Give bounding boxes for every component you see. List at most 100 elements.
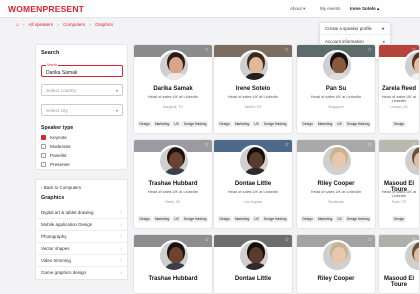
breadcrumb-computers[interactable]: Computers <box>63 22 85 27</box>
topic-tag[interactable]: UX <box>172 216 181 222</box>
topic-tag[interactable]: Design thinking <box>261 216 289 222</box>
checkbox-panelist[interactable] <box>41 153 46 158</box>
speaker-card[interactable]: ☆ Trashae Hubbard <box>133 234 213 294</box>
topic-tag[interactable]: Design <box>391 216 407 222</box>
category-item[interactable]: Video trimming <box>41 258 71 263</box>
chevron-right-icon: › <box>120 222 123 227</box>
speaker-card[interactable]: ☆ Dontae Little <box>213 234 293 294</box>
speaker-title: Head of sales UK at LinkedIn <box>381 94 417 104</box>
home-icon[interactable]: ⌂ <box>16 22 19 28</box>
topic-tag[interactable]: Marketing <box>232 216 252 222</box>
chevron-right-icon: › <box>120 234 123 239</box>
chevron-right-icon: › <box>120 258 123 263</box>
topic-tag[interactable]: UX <box>252 121 261 127</box>
speaker-card[interactable]: ☆ Pan Su Head of sales UK at LinkedIn Singa… <box>296 44 376 134</box>
category-item[interactable]: Game graphics design <box>41 270 86 275</box>
speaker-name[interactable]: Dontae Little <box>214 276 292 282</box>
category-item[interactable]: Vector shapes <box>41 246 70 251</box>
star-icon[interactable]: ☆ <box>285 237 289 243</box>
topic-tag[interactable]: Design <box>217 216 232 222</box>
search-input[interactable]: Search Darika Samak <box>41 63 123 77</box>
speaker-title: Head of sales UK at LinkedIn <box>147 94 199 99</box>
topic-tag[interactable]: Marketing <box>315 216 335 222</box>
checkbox-moderator-label[interactable]: Moderator <box>50 144 71 149</box>
checkbox-keynote-label[interactable]: Keynote <box>50 135 67 140</box>
star-icon[interactable]: ☆ <box>368 237 372 243</box>
speaker-card[interactable]: ☆Masoud El ToureHead of sales UK at Link… <box>378 139 420 229</box>
city-select[interactable]: Select city ▾ <box>41 104 123 116</box>
star-icon[interactable]: ☆ <box>205 142 209 148</box>
speaker-name[interactable]: Darika Samak <box>134 86 212 92</box>
speaker-name[interactable]: Trashae Hubbard <box>134 276 212 282</box>
speaker-title: Head of sales UK at LinkedIn <box>310 189 362 194</box>
speaker-card[interactable]: ☆ Dontae Little Head of sales UK at Linked… <box>213 139 293 229</box>
country-select[interactable]: Select country ▾ <box>41 84 123 96</box>
speaker-card[interactable]: ☆ Darika Samak Head of sales UK at LinkedI… <box>133 44 213 134</box>
topic-tag[interactable]: Design <box>137 121 152 127</box>
topic-tag[interactable]: Design <box>137 216 152 222</box>
brand-logo[interactable]: WOMENPRESENT <box>8 4 84 14</box>
speaker-card[interactable]: ☆Zarela ReedHead of sales UK at LinkedIn… <box>378 44 420 134</box>
avatar <box>321 145 353 177</box>
topic-tag[interactable]: UX <box>252 216 261 222</box>
star-icon[interactable]: ☆ <box>368 47 372 53</box>
nav-user-menu[interactable]: Irene Sotelo ▴ <box>350 6 379 12</box>
topic-tag[interactable]: Design thinking <box>261 121 289 127</box>
speaker-tags: DesignMarketingUXDesign thinking <box>382 112 416 133</box>
speaker-name[interactable]: Riley Cooper <box>297 276 375 282</box>
speaker-card[interactable]: ☆ Riley Cooper <box>296 234 376 294</box>
topic-tag[interactable]: Design <box>217 121 232 127</box>
speaker-name[interactable]: Pan Su <box>297 86 375 92</box>
topic-tag[interactable]: Marketing <box>315 121 335 127</box>
checkbox-presenter-label[interactable]: Presenter <box>50 162 70 167</box>
star-icon[interactable]: ☆ <box>368 142 372 148</box>
category-item[interactable]: Digital art & tablet drawing <box>41 210 94 215</box>
speaker-card[interactable]: ☆Masoud El Toure <box>378 234 420 294</box>
menu-item-create-profile[interactable]: Create a speaker profile <box>325 26 372 31</box>
topic-tag[interactable]: Design <box>391 121 407 127</box>
speaker-name[interactable]: Riley Cooper <box>297 181 375 187</box>
speaker-title: Head of sales UK at LinkedIn <box>310 94 362 99</box>
speaker-card[interactable]: ☆ Irene Sotelo Head of sales UK at LinkedI… <box>213 44 293 134</box>
star-icon[interactable]: ☆ <box>285 142 289 148</box>
topic-tag[interactable]: UX <box>335 121 344 127</box>
checkbox-panelist-label[interactable]: Panelist <box>50 153 66 158</box>
speaker-name[interactable]: Masoud El Toure <box>379 276 419 288</box>
chevron-right-icon: › <box>120 210 123 215</box>
back-to-computers-link[interactable]: ‹ Back to Computers <box>41 185 81 190</box>
nav-about[interactable]: About ▾ <box>290 6 305 12</box>
topic-tag[interactable]: Design <box>300 216 315 222</box>
speaker-name[interactable]: Zarela Reed <box>379 86 419 92</box>
breadcrumb-all-speakers[interactable]: All speakers <box>29 22 54 27</box>
star-icon[interactable]: ☆ <box>205 47 209 53</box>
checkbox-keynote[interactable] <box>41 135 46 140</box>
speaker-title: Head of sales UK at LinkedIn <box>227 94 279 99</box>
speaker-name[interactable]: Irene Sotelo <box>214 86 292 92</box>
chevron-right-icon: › <box>120 246 123 251</box>
checkbox-presenter[interactable] <box>41 162 46 167</box>
avatar <box>158 240 190 272</box>
topic-tag[interactable]: Design thinking <box>344 216 372 222</box>
star-icon[interactable]: ☆ <box>205 237 209 243</box>
topic-tag[interactable]: Marketing <box>152 121 172 127</box>
breadcrumb-graphics[interactable]: Graphics <box>95 22 113 27</box>
country-select-placeholder: Select country <box>46 88 77 94</box>
topic-tag[interactable]: UX <box>335 216 344 222</box>
topic-tag[interactable]: Design <box>300 121 315 127</box>
topic-tag[interactable]: Marketing <box>152 216 172 222</box>
speaker-name[interactable]: Trashae Hubbard <box>134 181 212 187</box>
speaker-tags: DesignMarketingUXDesign thinking <box>217 112 289 130</box>
topic-tag[interactable]: Design thinking <box>181 216 209 222</box>
speaker-card[interactable]: ☆ Trashae Hubbard Head of sales UK at Link… <box>133 139 213 229</box>
checkbox-moderator[interactable] <box>41 144 46 149</box>
topic-tag[interactable]: UX <box>172 121 181 127</box>
nav-my-events[interactable]: My events <box>320 6 341 11</box>
speaker-name[interactable]: Dontae Little <box>214 181 292 187</box>
category-item[interactable]: Photography <box>41 234 67 239</box>
topic-tag[interactable]: Design thinking <box>181 121 209 127</box>
category-item[interactable]: Mobile application Design <box>41 222 92 227</box>
topic-tag[interactable]: Design thinking <box>344 121 372 127</box>
star-icon[interactable]: ☆ <box>285 47 289 53</box>
speaker-card[interactable]: ☆ Riley Cooper Head of sales UK at LinkedI… <box>296 139 376 229</box>
topic-tag[interactable]: Marketing <box>232 121 252 127</box>
